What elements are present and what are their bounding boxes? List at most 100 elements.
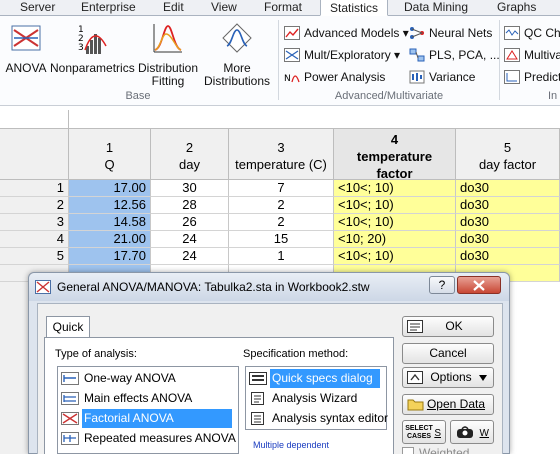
in-group-label: In [548, 90, 558, 102]
list-item-factorial-anova[interactable]: Factorial ANOVA [60, 409, 236, 428]
table-cell-day[interactable]: 28 [151, 197, 229, 214]
row-header[interactable]: 3 [0, 214, 69, 231]
more-distributions-button[interactable]: More Distributions [204, 20, 271, 88]
list-item-quick-specs-dialog[interactable]: Quick specs dialog [248, 369, 384, 388]
dialog-title-bar[interactable]: General ANOVA/MANOVA: Tabulka2.sta in Wo… [29, 273, 509, 301]
table-cell-day[interactable]: 24 [151, 231, 229, 248]
advanced-models-icon [284, 26, 300, 40]
table-cell-day-factor[interactable]: do30 [456, 214, 560, 231]
type-of-analysis-label: Type of analysis: [55, 348, 137, 360]
column-header-temperature[interactable]: 3 temperature (C) [229, 129, 334, 180]
close-button[interactable] [457, 276, 501, 294]
pls-pca-icon [409, 48, 425, 62]
repeated-measures-anova-icon [61, 432, 79, 445]
table-cell-temperature-factor[interactable]: <10<; 10) [334, 248, 456, 265]
table-cell-q[interactable]: 14.58 [69, 214, 151, 231]
table-cell-q[interactable]: 17.00 [69, 180, 151, 197]
row-header[interactable]: 5 [0, 248, 69, 265]
main-effects-anova-icon [61, 392, 79, 405]
svg-text:3: 3 [78, 43, 84, 53]
weighted-checkbox[interactable] [402, 447, 414, 454]
column-header-q[interactable]: 1Q [69, 129, 151, 180]
factorial-anova-icon [61, 412, 79, 425]
corner-header[interactable] [0, 129, 69, 180]
list-item-main-effects-anova[interactable]: Main effects ANOVA [60, 389, 236, 408]
row-header[interactable]: 1 [0, 180, 69, 197]
column-header-temperature-factor[interactable]: 4 temperature factor [334, 129, 456, 181]
list-item-analysis-wizard[interactable]: Analysis Wizard [248, 389, 384, 408]
neural-nets-icon [410, 27, 424, 39]
table-cell-temperature[interactable]: 2 [229, 214, 334, 231]
table-cell-day-factor[interactable]: do30 [456, 197, 560, 214]
tab-graphs[interactable]: Graphs [497, 0, 536, 16]
row-header[interactable]: 2 [0, 197, 69, 214]
column-header-day-factor[interactable]: 5 day factor [456, 129, 560, 180]
open-data-button[interactable]: Open Data [402, 394, 494, 415]
ok-icon [407, 320, 423, 333]
tab-data-mining[interactable]: Data Mining [404, 0, 468, 16]
table-cell-q[interactable]: 17.70 [69, 248, 151, 265]
tab-edit[interactable]: Edit [163, 0, 184, 16]
table-cell-day-factor[interactable]: do30 [456, 231, 560, 248]
table-cell-day-factor[interactable]: do30 [456, 248, 560, 265]
distribution-fitting-label: Distribution Fitting [137, 61, 199, 88]
table-cell-day[interactable]: 26 [151, 214, 229, 231]
table-cell-temperature-factor[interactable]: <10<; 10) [334, 180, 456, 197]
cancel-button[interactable]: Cancel [402, 343, 494, 364]
tab-quick[interactable]: Quick [46, 316, 90, 338]
list-item-repeated-measures-anova[interactable]: Repeated measures ANOVA [60, 429, 236, 448]
table-cell-temperature[interactable]: 15 [229, 231, 334, 248]
table-cell-temperature[interactable]: 7 [229, 180, 334, 197]
nonparametrics-button[interactable]: 1 2 3 Nonparametrics [50, 20, 135, 86]
close-icon [473, 280, 485, 291]
tab-enterprise[interactable]: Enterprise [81, 0, 136, 16]
table-cell-temperature[interactable]: 1 [229, 248, 334, 265]
anova-dialog: General ANOVA/MANOVA: Tabulka2.sta in Wo… [28, 272, 510, 454]
table-cell-day-factor[interactable]: do30 [456, 180, 560, 197]
table-cell-temperature-factor[interactable]: <10<; 10) [334, 197, 456, 214]
more-distributions-label: More Distributions [204, 61, 271, 88]
ribbon-group-divider [499, 20, 500, 100]
options-icon [407, 371, 423, 384]
table-cell-q[interactable]: 21.00 [69, 231, 151, 248]
dialog-title: General ANOVA/MANOVA: Tabulka2.sta in Wo… [57, 280, 370, 294]
chevron-down-icon: ▾ [402, 26, 409, 40]
select-cases-button[interactable]: SELECT CASES S [402, 420, 446, 444]
ribbon-group-divider [278, 20, 279, 100]
table-cell-day[interactable]: 24 [151, 248, 229, 265]
weights-button[interactable]: W [450, 420, 494, 444]
help-button[interactable]: ? [429, 276, 455, 294]
list-item-one-way-anova[interactable]: One-way ANOVA [60, 369, 236, 388]
nonparametrics-icon: 1 2 3 [78, 25, 107, 54]
table-cell-day[interactable]: 30 [151, 180, 229, 197]
table-cell-temperature-factor[interactable]: <10; 20) [334, 231, 456, 248]
variance-icon [409, 70, 425, 84]
table-cell-temperature[interactable]: 2 [229, 197, 334, 214]
list-item-analysis-syntax-editor[interactable]: Analysis syntax editor [248, 409, 388, 428]
analysis-type-list[interactable]: One-way ANOVA Main effects ANOVA Factori… [57, 366, 239, 454]
anova-button[interactable]: ANOVA [4, 20, 48, 86]
column-header-day[interactable]: 2 day [151, 129, 229, 180]
specification-method-label: Specification method: [243, 348, 349, 360]
tab-view[interactable]: View [211, 0, 237, 16]
menu-tab-bar: Server Enterprise Edit View Format Stati… [0, 0, 560, 16]
mult-exploratory-icon [284, 48, 300, 62]
ribbon: ANOVA 1 2 3 Nonparametrics Distribution … [0, 16, 560, 106]
tab-statistics[interactable]: Statistics [320, 0, 388, 16]
tab-format[interactable]: Format [264, 0, 302, 16]
row-header[interactable]: 4 [0, 231, 69, 248]
weight-icon [457, 426, 473, 438]
quick-specs-icon [249, 372, 267, 385]
qc-charts-icon [504, 26, 520, 40]
advanced-group-label: Advanced/Multivariate [334, 90, 444, 102]
specification-method-list[interactable]: Quick specs dialog Analysis Wizard Analy… [245, 366, 388, 430]
ok-button[interactable]: OK [402, 316, 494, 337]
table-cell-q[interactable]: 12.56 [69, 197, 151, 214]
tab-server[interactable]: Server [20, 0, 55, 16]
options-button[interactable]: Options [402, 367, 494, 388]
distribution-fitting-button[interactable]: Distribution Fitting [134, 20, 202, 88]
table-cell-temperature-factor[interactable]: <10<; 10) [334, 214, 456, 231]
anova-icon [35, 280, 51, 294]
tab-panel: Type of analysis: One-way ANOVA Main eff… [44, 337, 394, 454]
anova-label: ANOVA [5, 61, 47, 75]
